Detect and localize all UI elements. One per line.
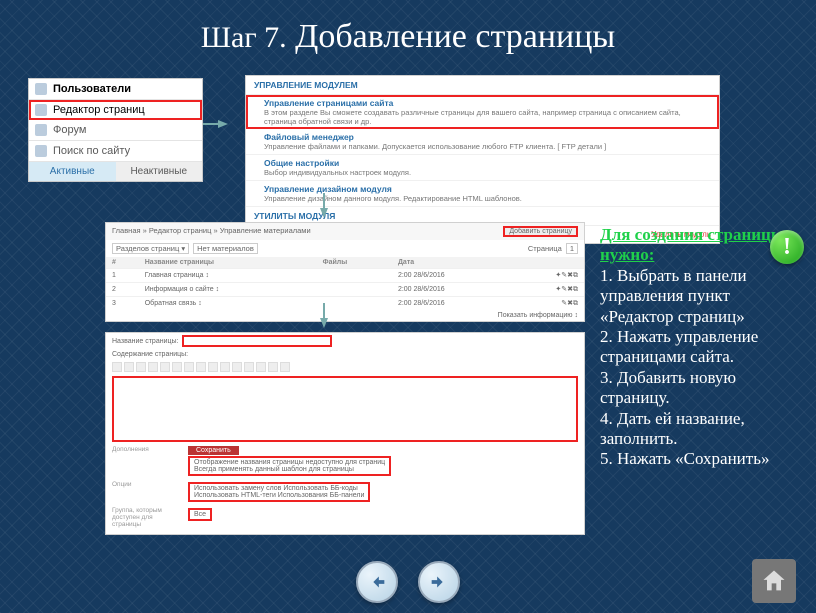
col-files: Файлы [317,257,392,269]
module-row-title: Файловый менеджер [264,132,711,142]
arrow-right-icon [218,120,228,128]
toolbar-button[interactable] [220,362,230,372]
menu-item-label: Форум [53,124,86,136]
opt-box[interactable]: Использовать замену слов Использовать ББ… [188,482,370,502]
prev-button[interactable] [356,561,398,603]
editor-panel: Название страницы: Содержание страницы: … [105,332,585,535]
menu-item-label: Пользователи [53,83,131,95]
arrow-down-icon [320,208,328,218]
module-row-desc: Выбор индивидуальных настроек модуля. [264,168,711,177]
exclamation-badge: ! [770,230,804,264]
opt-label: Дополнения [112,446,182,453]
instruction-step: 5. Нажать «Сохранить» [600,449,769,468]
menu-item-label: Редактор страниц [53,104,145,116]
users-icon [35,83,47,95]
table-panel: Главная » Редактор страниц » Управление … [105,222,585,322]
arrow-left-icon [366,571,388,593]
home-icon [760,567,788,595]
menu-item-users[interactable]: Пользователи [29,79,202,100]
toolbar-button[interactable] [244,362,254,372]
toolbar-button[interactable] [268,362,278,372]
slide-title: Шаг 7. Добавление страницы [0,18,816,56]
module-row-desc: Управление файлами и папками. Допускаетс… [264,142,711,151]
module-row-title: Управление страницами сайта [264,98,711,108]
arrow-down-icon [320,318,328,328]
col-date: Дата [392,257,513,269]
table-footer[interactable]: Показать информацию ↕ [106,310,584,321]
module-row-desc: В этом разделе Вы сможете создавать разл… [264,108,711,126]
tab-inactive[interactable]: Неактивные [116,162,203,181]
menu-item-search[interactable]: Поиск по сайту [29,141,202,162]
col-actions [513,257,584,269]
module-row-filemgr[interactable]: Файловый менеджер Управление файлами и п… [246,129,719,155]
panel-menu: Пользователи Редактор страниц Форум Поис… [28,78,203,182]
toolbar-button[interactable] [208,362,218,372]
toolbar-button[interactable] [136,362,146,372]
col-name: Название страницы [139,257,317,269]
opt-box[interactable]: Отображение названия страницы недоступно… [188,456,391,476]
toolbar-button[interactable] [196,362,206,372]
arrow-right-icon [428,571,450,593]
pages-table: # Название страницы Файлы Дата 1 Главная… [106,257,584,310]
editor-toolbar [106,360,584,374]
instruction-step: 3. Добавить новую страницу. [600,368,736,407]
toolbar-button[interactable] [112,362,122,372]
content-label: Содержание страницы: [112,351,188,358]
tab-active[interactable]: Активные [29,162,116,181]
breadcrumb: Главная » Редактор страниц » Управление … [112,226,311,237]
module-row-desc: Управление дизайном данного модуля. Реда… [264,194,711,203]
table-row[interactable]: 1 Главная страница ↕ 2:00 28/6/2016 ✦✎✖⧉ [106,269,584,283]
menu-item-forum[interactable]: Форум [29,120,202,141]
group-select[interactable]: Все [188,508,212,521]
opt-label: Опции [112,481,182,488]
save-button[interactable]: Сохранить [188,446,239,455]
opt-label: Группа, которым доступен для страницы [112,507,182,528]
page-number[interactable]: 1 [566,243,578,254]
instructions-heading: Для создания страницы нужно: [600,225,784,264]
add-page-button[interactable]: Добавить страницу [503,226,578,237]
instructions: Для создания страницы нужно: 1. Выбрать … [600,225,790,470]
col-num: # [106,257,139,269]
instruction-step: 4. Дать ей название, заполнить. [600,409,745,448]
module-row-pages[interactable]: Управление страницами сайта В этом разде… [246,95,719,129]
home-button[interactable] [752,559,796,603]
module-row-settings[interactable]: Общие настройки Выбор индивидуальных нас… [246,155,719,181]
next-button[interactable] [418,561,460,603]
toolbar-button[interactable] [124,362,134,372]
content-textarea[interactable] [112,376,578,442]
instruction-step: 1. Выбрать в панели управления пункт «Ре… [600,266,747,326]
toolbar-button[interactable] [184,362,194,372]
module-panel-header: УПРАВЛЕНИЕ МОДУЛЕМ [246,76,719,95]
module-row-design[interactable]: Управление дизайном модуля Управление ди… [246,181,719,207]
module-row-title: Управление дизайном модуля [264,184,711,194]
table-row[interactable]: 2 Информация о сайте ↕ 2:00 28/6/2016 ✦✎… [106,283,584,297]
step-label: Шаг 7. [201,21,287,54]
row-actions[interactable]: ✦✎✖⧉ [513,269,584,283]
menu-item-label: Поиск по сайту [53,145,130,157]
toolbar-button[interactable] [160,362,170,372]
toolbar-button[interactable] [232,362,242,372]
row-actions[interactable]: ✎✖⧉ [513,297,584,311]
instruction-step: 2. Нажать управление страницами сайта. [600,327,758,366]
page-name-input[interactable] [182,335,332,347]
name-label: Название страницы: [112,338,178,345]
filter-value[interactable]: Нет материалов [193,243,258,254]
table-row[interactable]: 3 Обратная связь ↕ 2:00 28/6/2016 ✎✖⧉ [106,297,584,311]
search-icon [35,145,47,157]
module-row-title: Общие настройки [264,158,711,168]
row-actions[interactable]: ✦✎✖⧉ [513,283,584,297]
toolbar-button[interactable] [280,362,290,372]
menu-tabs: Активные Неактивные [29,162,202,181]
forum-icon [35,124,47,136]
toolbar-button[interactable] [148,362,158,372]
toolbar-button[interactable] [172,362,182,372]
title-text: Добавление страницы [295,18,615,55]
module-panel: УПРАВЛЕНИЕ МОДУЛЕМ Управление страницами… [245,75,720,244]
filter-select[interactable]: Разделов страниц ▾ [112,243,189,254]
toolbar-button[interactable] [256,362,266,372]
nav-buttons [0,561,816,603]
page-editor-icon [35,104,47,116]
page-label: Страница [528,244,562,253]
menu-item-page-editor[interactable]: Редактор страниц [29,100,202,120]
